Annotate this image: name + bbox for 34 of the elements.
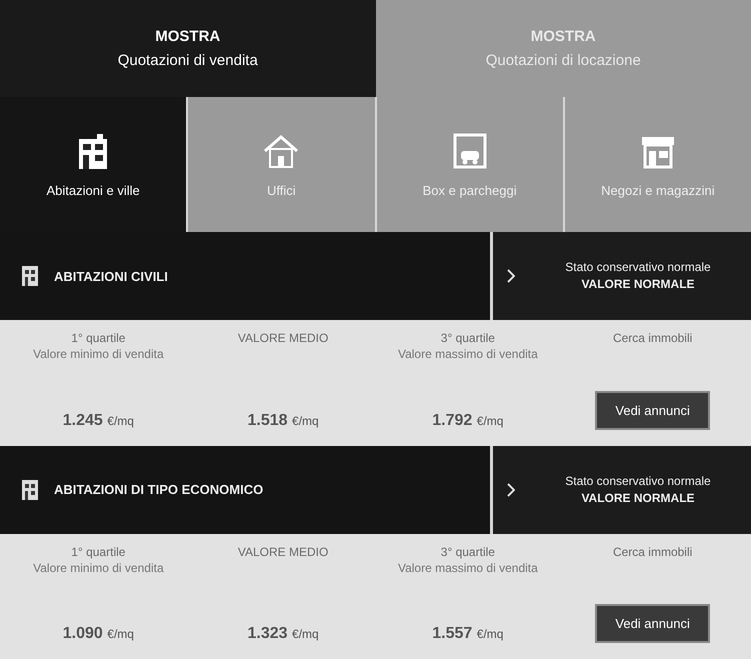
price-value: 1.557 €/mq [432, 625, 504, 644]
section-title: ABITAZIONI CIVILI [54, 268, 168, 284]
building-icon [20, 478, 40, 502]
stat-label: 3° quartile [440, 330, 496, 346]
action-label: Cerca immobili [612, 544, 692, 560]
category-tab[interactable]: Abitazioni e ville [0, 97, 186, 232]
section-title: ABITAZIONI DI TIPO ECONOMICO [54, 482, 264, 497]
stat-label: 1° quartile [70, 330, 126, 346]
stat-label: VALORE MEDIO [238, 544, 328, 560]
price-value: 1.518 €/mq [248, 412, 319, 430]
stat-sublabel: Valore minimo di vendita [33, 346, 164, 362]
price-value: 1.792 €/mq [432, 412, 504, 430]
condition-label: Stato conservativo normale [564, 259, 712, 276]
view-button[interactable]: Vedi annunci [595, 604, 710, 643]
price-value: 1.090 €/mq [62, 625, 134, 644]
chevron-icon [507, 269, 515, 283]
stat-sublabel: Valore massimo di vendita [398, 346, 538, 362]
action-label: Cerca immobili [612, 330, 692, 346]
condition-selector[interactable]: Stato conservativo normale VALORE NORMALE [493, 232, 751, 320]
stat-sublabel: Valore minimo di vendita [33, 560, 164, 576]
stat-sublabel: Valore massimo di vendita [398, 560, 538, 576]
condition-selector[interactable]: Stato conservativo normale VALORE NORMALE [493, 446, 751, 534]
price-value: 1.245 €/mq [62, 412, 134, 430]
building-icon [20, 264, 40, 288]
condition-value: VALORE NORMALE [580, 276, 696, 293]
stat-label: 3° quartile [440, 544, 496, 560]
chevron-icon [507, 482, 515, 496]
view-button[interactable]: Vedi annunci [595, 390, 710, 430]
mode-tab[interactable]: MOSTRA Quotazioni di vendita [0, 0, 376, 97]
stat-label: 1° quartile [70, 544, 126, 560]
condition-label: Stato conservativo normale [564, 472, 712, 490]
condition-value: VALORE NORMALE [580, 490, 696, 506]
price-value: 1.323 €/mq [248, 625, 319, 644]
stat-label: VALORE MEDIO [238, 330, 328, 346]
